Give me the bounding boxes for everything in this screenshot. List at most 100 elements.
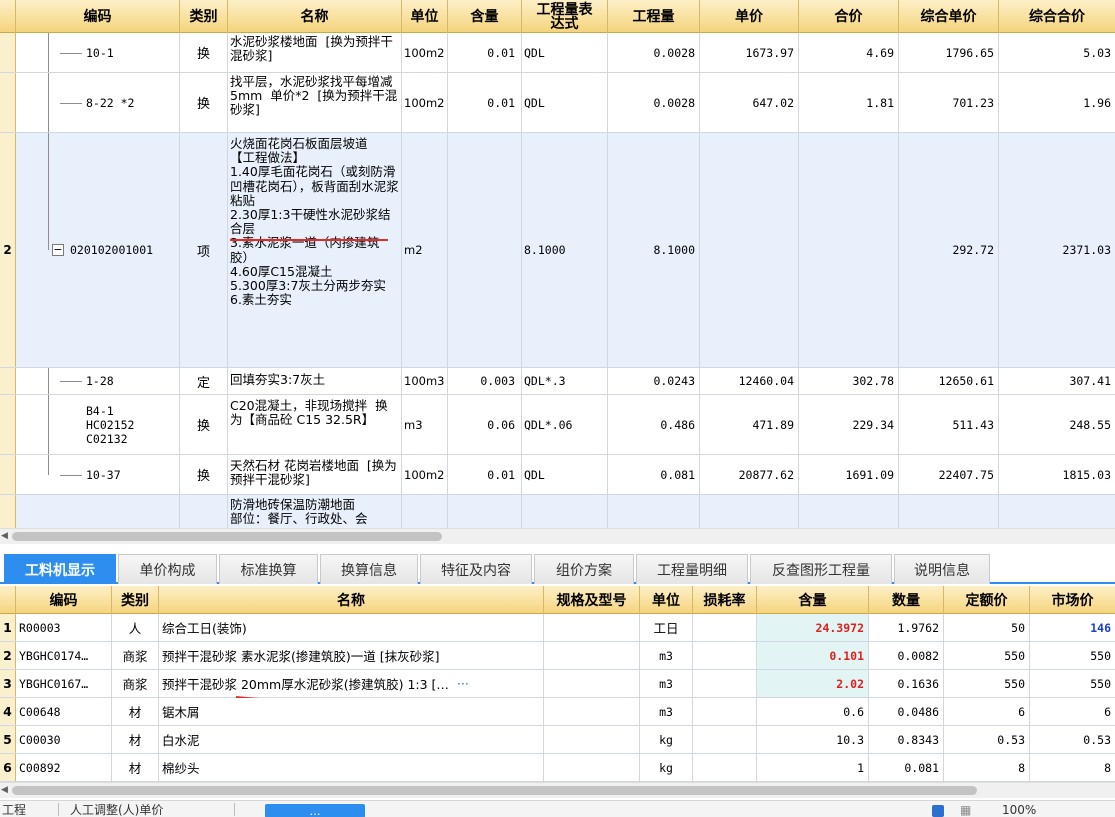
- bill-row[interactable]: 1-28 定 回填夯实3:7灰土 100m3 0.003 QDL*.3 0.02…: [0, 368, 1115, 395]
- code-cell[interactable]: 10-1: [16, 33, 180, 72]
- tab-standard-conversion[interactable]: 标准换算: [219, 554, 318, 584]
- name-cell[interactable]: 天然石材 花岗岩楼地面 [换为预拌干混砂浆]: [228, 455, 402, 494]
- scrollbar-thumb[interactable]: [12, 532, 442, 541]
- category-cell[interactable]: 商浆: [112, 670, 159, 697]
- name-cell[interactable]: 回填夯实3:7灰土: [228, 368, 402, 394]
- quantity-cell[interactable]: 0.486: [608, 395, 700, 454]
- quota-price-cell[interactable]: 550: [944, 642, 1030, 669]
- header-quantity[interactable]: 数量: [869, 586, 944, 614]
- comp-total-cell[interactable]: [999, 495, 1115, 528]
- unit-price-cell[interactable]: [700, 133, 799, 367]
- comp-price-cell[interactable]: 701.23: [899, 73, 999, 132]
- qty-expr-cell[interactable]: QDL: [522, 73, 608, 132]
- content-cell[interactable]: 0.6: [757, 698, 869, 725]
- code-cell[interactable]: YBGHC0174…: [16, 642, 112, 669]
- header-category[interactable]: 类别: [180, 0, 228, 33]
- name-cell[interactable]: 火烧面花岗石板面层坡道 【工程做法】 1.40厚毛面花岗石（或刻防滑凹槽花岗石）…: [228, 133, 402, 367]
- quantity-cell[interactable]: 0.8343: [869, 726, 944, 753]
- qty-expr-cell[interactable]: QDL: [522, 455, 608, 494]
- content-cell[interactable]: 2.02: [757, 670, 869, 697]
- category-cell[interactable]: 材: [112, 698, 159, 725]
- header-qty-expr[interactable]: 工程量表 达式: [522, 0, 608, 33]
- header-unit[interactable]: 单位: [402, 0, 448, 33]
- unit-price-cell[interactable]: 1673.97: [700, 33, 799, 72]
- category-cell[interactable]: 换: [180, 33, 228, 72]
- quantity-cell[interactable]: 1.9762: [869, 614, 944, 641]
- name-cell[interactable]: 水泥砂浆楼地面 [换为预拌干混砂浆]: [228, 33, 402, 72]
- content-cell[interactable]: [448, 495, 522, 528]
- checkbox-icon[interactable]: [932, 805, 944, 817]
- quantity-cell[interactable]: 0.0082: [869, 642, 944, 669]
- spec-cell[interactable]: [544, 670, 640, 697]
- bill-row[interactable]: 10-1 换 水泥砂浆楼地面 [换为预拌干混砂浆] 100m2 0.01 QDL…: [0, 33, 1115, 73]
- header-comp-price[interactable]: 综合单价: [899, 0, 999, 33]
- name-cell[interactable]: 预拌干混砂浆 素水泥浆(掺建筑胶)一道 [抹灰砂浆]: [159, 642, 544, 669]
- content-cell[interactable]: 0.06: [448, 395, 522, 454]
- loss-rate-cell[interactable]: [693, 726, 757, 753]
- resource-row[interactable]: 4 C00648 材 锯木屑 m3 0.6 0.0486 6 6: [0, 698, 1115, 726]
- unit-cell[interactable]: kg: [640, 726, 693, 753]
- loss-rate-cell[interactable]: [693, 614, 757, 641]
- category-cell[interactable]: 材: [112, 726, 159, 753]
- comp-total-cell[interactable]: 1.96: [999, 73, 1115, 132]
- quantity-cell[interactable]: 0.0243: [608, 368, 700, 394]
- code-cell[interactable]: − 020102001001: [16, 133, 180, 367]
- quota-price-cell[interactable]: 0.53: [944, 726, 1030, 753]
- code-cell[interactable]: YBGHC0167…: [16, 670, 112, 697]
- comp-total-cell[interactable]: 307.41: [999, 368, 1115, 394]
- category-cell[interactable]: 换: [180, 455, 228, 494]
- tab-reverse-check-graphic[interactable]: 反查图形工程量: [750, 554, 892, 584]
- name-cell[interactable]: C20混凝土，非现场搅拌 换为【商品砼 C15 32.5R】: [228, 395, 402, 454]
- bill-row[interactable]: 8-22 *2 换 找平层，水泥砂浆找平每增减5mm 单价*2 [换为预拌干混砂…: [0, 73, 1115, 133]
- header-total-price[interactable]: 合价: [799, 0, 899, 33]
- spec-cell[interactable]: [544, 726, 640, 753]
- quota-price-cell[interactable]: 50: [944, 614, 1030, 641]
- market-price-cell[interactable]: 550: [1030, 670, 1115, 697]
- total-price-cell[interactable]: 1691.09: [799, 455, 899, 494]
- header-unit-price[interactable]: 单价: [700, 0, 799, 33]
- comp-price-cell[interactable]: [899, 495, 999, 528]
- category-cell[interactable]: 项: [180, 133, 228, 367]
- comp-total-cell[interactable]: 2371.03: [999, 133, 1115, 367]
- market-price-cell[interactable]: 0.53: [1030, 726, 1115, 753]
- total-price-cell[interactable]: 1.81: [799, 73, 899, 132]
- loss-rate-cell[interactable]: [693, 754, 757, 781]
- category-cell[interactable]: 材: [112, 754, 159, 781]
- comp-price-cell[interactable]: 22407.75: [899, 455, 999, 494]
- unit-price-cell[interactable]: 471.89: [700, 395, 799, 454]
- code-cell[interactable]: C00030: [16, 726, 112, 753]
- header-code[interactable]: 编码: [16, 586, 112, 614]
- header-name[interactable]: 名称: [159, 586, 544, 614]
- total-price-cell[interactable]: 302.78: [799, 368, 899, 394]
- unit-price-cell[interactable]: [700, 495, 799, 528]
- header-content[interactable]: 含量: [757, 586, 869, 614]
- tab-quantity-detail[interactable]: 工程量明细: [636, 554, 748, 584]
- quantity-cell[interactable]: 0.1636: [869, 670, 944, 697]
- content-cell[interactable]: [448, 133, 522, 367]
- code-cell[interactable]: 10-37: [16, 455, 180, 494]
- more-icon[interactable]: ···: [457, 676, 469, 691]
- header-name[interactable]: 名称: [228, 0, 402, 33]
- spec-cell[interactable]: [544, 698, 640, 725]
- tab-pricing-scheme[interactable]: 组价方案: [534, 554, 634, 584]
- status-project[interactable]: 工程: [2, 801, 42, 817]
- category-cell[interactable]: 换: [180, 395, 228, 454]
- loss-rate-cell[interactable]: [693, 670, 757, 697]
- unit-cell[interactable]: 100m2: [402, 73, 448, 132]
- bill-row[interactable]: 防滑地砖保温防潮地面 部位：餐厅、行政处、会: [0, 495, 1115, 528]
- content-cell[interactable]: 0.101: [757, 642, 869, 669]
- unit-cell[interactable]: m3: [640, 698, 693, 725]
- quota-price-cell[interactable]: 6: [944, 698, 1030, 725]
- code-cell[interactable]: 8-22 *2: [16, 73, 180, 132]
- comp-price-cell[interactable]: 511.43: [899, 395, 999, 454]
- resource-row[interactable]: 5 C00030 材 白水泥 kg 10.3 0.8343 0.53 0.53: [0, 726, 1115, 754]
- content-cell[interactable]: 24.3972: [757, 614, 869, 641]
- spec-cell[interactable]: [544, 642, 640, 669]
- header-content[interactable]: 含量: [448, 0, 522, 33]
- unit-price-cell[interactable]: 647.02: [700, 73, 799, 132]
- quota-price-cell[interactable]: 550: [944, 670, 1030, 697]
- name-cell[interactable]: 预拌干混砂浆 20mm厚水泥砂浆(掺建筑胶) 1:3 [… ···: [159, 670, 544, 697]
- spec-cell[interactable]: [544, 754, 640, 781]
- total-price-cell[interactable]: 4.69: [799, 33, 899, 72]
- comp-price-cell[interactable]: 1796.65: [899, 33, 999, 72]
